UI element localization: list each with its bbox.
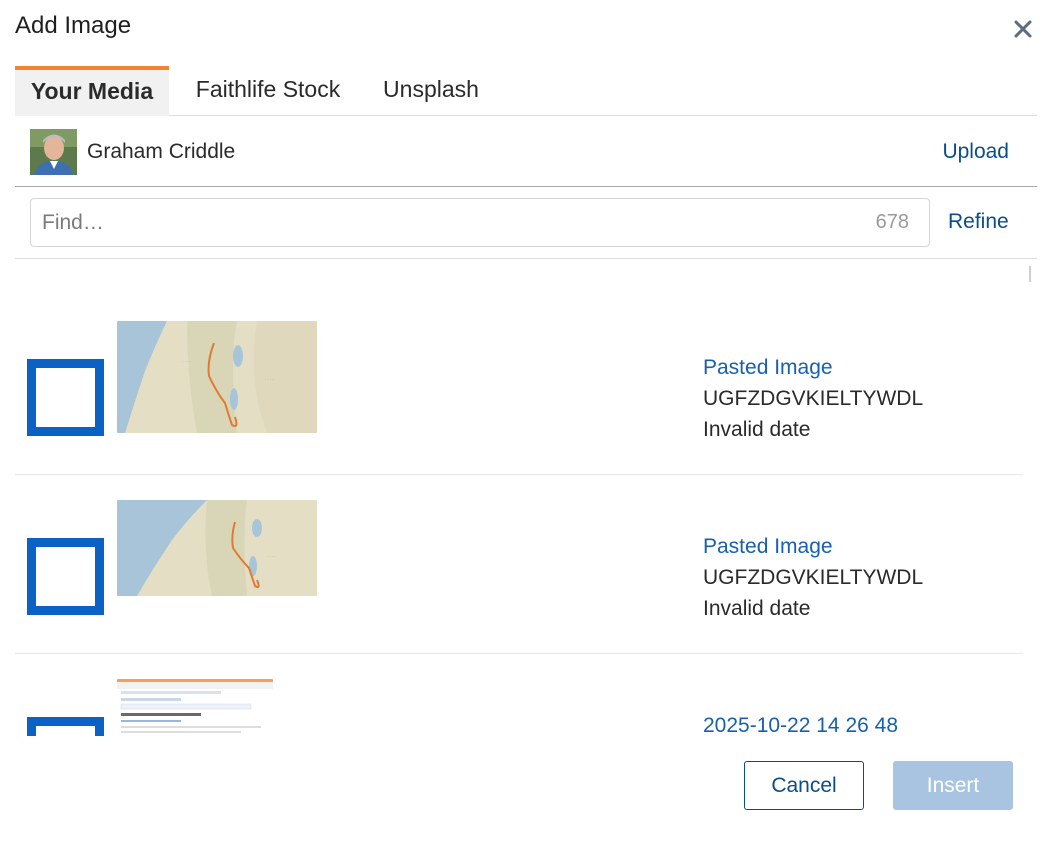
item-meta: Pasted Image UGFZDGVKIELTYWDL Invalid da… [703,352,923,445]
upload-link[interactable]: Upload [942,140,1009,164]
source-tabs: Your Media Faithlife Stock Unsplash [15,66,1037,116]
svg-text:· · · ·: · · · · [182,359,191,364]
select-checkbox[interactable] [27,359,104,436]
item-code: UGFZDGVKIELTYWDL [703,566,924,589]
list-item: · · · · · · · · Pasted Image UGFZDGVKIEL… [15,296,1023,475]
item-title[interactable]: Pasted Image [703,352,923,383]
item-meta: Pasted Image UGFZDGVKIELTYWDL Invalid da… [703,531,923,624]
item-meta: 2025-10-22 14 26 48 [703,710,898,736]
list-item: · · · · Pasted Image UGFZDGVKIELTYWDL In… [15,475,1023,654]
tab-unsplash[interactable]: Unsplash [375,66,487,116]
svg-text:· · · ·: · · · · [265,377,274,382]
map-thumbnail[interactable]: · · · · [117,500,317,596]
svg-text:· · · ·: · · · · [267,554,276,559]
avatar [30,129,77,175]
list-item: 2025-10-22 14 26 48 [15,654,1023,736]
item-date: Invalid date [703,418,811,441]
item-title[interactable]: Pasted Image [703,531,923,562]
account-name: Graham Criddle [87,140,236,163]
media-list: · · · · · · · · Pasted Image UGFZDGVKIEL… [15,259,1025,736]
select-checkbox[interactable] [27,717,104,736]
select-checkbox[interactable] [27,538,104,615]
insert-button[interactable]: Insert [893,761,1013,810]
account-bar: Graham Criddle Upload [15,116,1037,187]
item-title[interactable]: 2025-10-22 14 26 48 [703,710,898,736]
map-thumbnail[interactable]: · · · · · · · · [117,321,317,433]
refine-link[interactable]: Refine [948,210,1009,234]
search-input[interactable] [31,199,851,246]
dialog-title: Add Image [15,12,132,39]
tab-your-media[interactable]: Your Media [15,66,169,116]
item-code: UGFZDGVKIELTYWDL [703,387,924,410]
item-date: Invalid date [703,597,811,620]
screenshot-thumbnail[interactable] [117,679,273,736]
close-icon[interactable] [1008,14,1038,44]
scrollbar[interactable] [1029,266,1031,282]
add-image-dialog: Add Image Your Media Faithlife Stock Uns… [0,0,1050,848]
tab-faithlife-stock[interactable]: Faithlife Stock [185,66,351,116]
search-result-count: 678 [875,211,909,233]
search-box: 678 [30,198,930,247]
cancel-button[interactable]: Cancel [744,761,864,810]
